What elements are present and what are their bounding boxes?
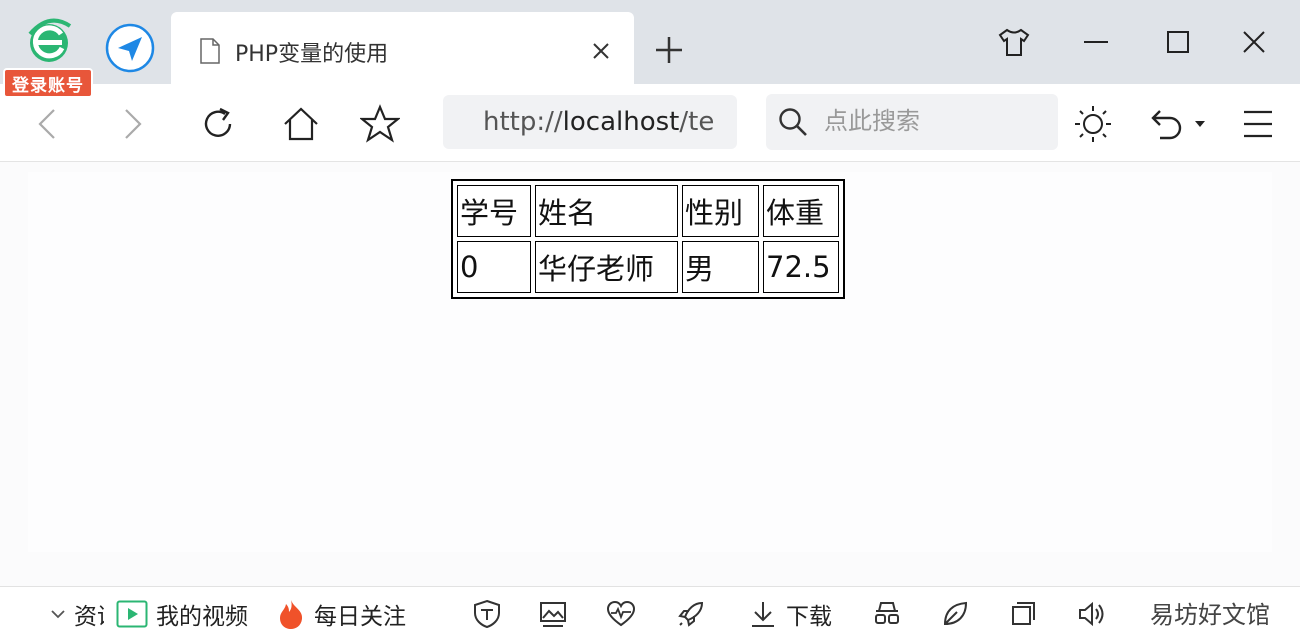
home-icon[interactable] (281, 104, 321, 144)
navigation-app-button[interactable] (104, 22, 156, 74)
back-icon[interactable] (28, 104, 68, 144)
forward-icon[interactable] (112, 104, 152, 144)
search-input[interactable] (824, 106, 1044, 136)
status-bar: 资讯 我的视频 每日关注 下载 (0, 586, 1300, 640)
heartbeat-icon[interactable] (606, 599, 636, 629)
maximize-icon[interactable] (1160, 24, 1196, 60)
table-cell: 0 (457, 241, 531, 293)
search-box[interactable] (766, 94, 1058, 150)
menu-icon[interactable] (1238, 104, 1278, 144)
undo-icon[interactable] (1146, 104, 1186, 144)
page-icon (200, 38, 220, 64)
volume-icon[interactable] (1076, 599, 1106, 629)
my-video-item[interactable]: 我的视频 (116, 587, 248, 640)
daily-focus-item[interactable]: 每日关注 (276, 587, 406, 640)
table-cell: 男 (682, 241, 759, 293)
active-tab[interactable]: PHP变量的使用 (171, 12, 634, 84)
download-item[interactable]: 下载 (748, 587, 832, 640)
download-icon (752, 602, 774, 627)
brightness-icon[interactable] (1073, 104, 1113, 144)
toolbar: http://localhost/te (0, 84, 1300, 162)
watermark-text: 易坊好文馆 (1150, 601, 1270, 629)
close-icon[interactable] (589, 39, 613, 63)
search-icon (779, 108, 807, 136)
image-icon[interactable] (538, 599, 568, 629)
table-header-cell: 性别 (682, 185, 759, 237)
skin-icon[interactable] (996, 24, 1032, 60)
login-badge[interactable]: 登录账号 (3, 68, 93, 98)
ie-logo-icon[interactable] (22, 14, 76, 68)
navigation-icon (105, 23, 155, 73)
news-label: 资讯 (74, 604, 104, 630)
star-icon[interactable] (360, 104, 400, 144)
news-item[interactable]: 资讯 (48, 587, 104, 640)
table-row: 0 华仔老师 男 72.5 (457, 241, 839, 293)
table-cell: 华仔老师 (535, 241, 678, 293)
minimize-icon[interactable] (1078, 24, 1114, 60)
address-bar[interactable]: http://localhost/te (443, 95, 737, 149)
leaf-icon[interactable] (940, 599, 970, 629)
address-text: http://localhost/te (483, 107, 715, 137)
table-header-cell: 体重 (763, 185, 839, 237)
table-cell: 72.5 (763, 241, 839, 293)
table-header-cell: 学号 (457, 185, 531, 237)
daily-focus-label: 每日关注 (314, 604, 406, 630)
window-icon[interactable] (1008, 599, 1038, 629)
rocket-icon[interactable] (676, 599, 706, 629)
chevron-down-icon[interactable] (1190, 104, 1210, 144)
tab-title: PHP变量的使用 (235, 42, 389, 67)
refresh-icon[interactable] (198, 104, 238, 144)
plus-icon[interactable] (652, 33, 686, 67)
glasses-icon[interactable] (872, 599, 902, 629)
window-close-icon[interactable] (1236, 24, 1272, 60)
play-icon (116, 600, 148, 628)
table-header-row: 学号 姓名 性别 体重 (457, 185, 839, 237)
flame-icon (280, 600, 303, 629)
shield-icon[interactable] (472, 599, 502, 629)
data-table: 学号 姓名 性别 体重 0 华仔老师 男 72.5 (451, 179, 845, 299)
chevron-down-icon (51, 610, 65, 619)
table-header-cell: 姓名 (535, 185, 678, 237)
download-label: 下载 (786, 604, 832, 630)
my-video-label: 我的视频 (156, 604, 248, 630)
tab-bar: PHP变量的使用 (0, 0, 1300, 84)
